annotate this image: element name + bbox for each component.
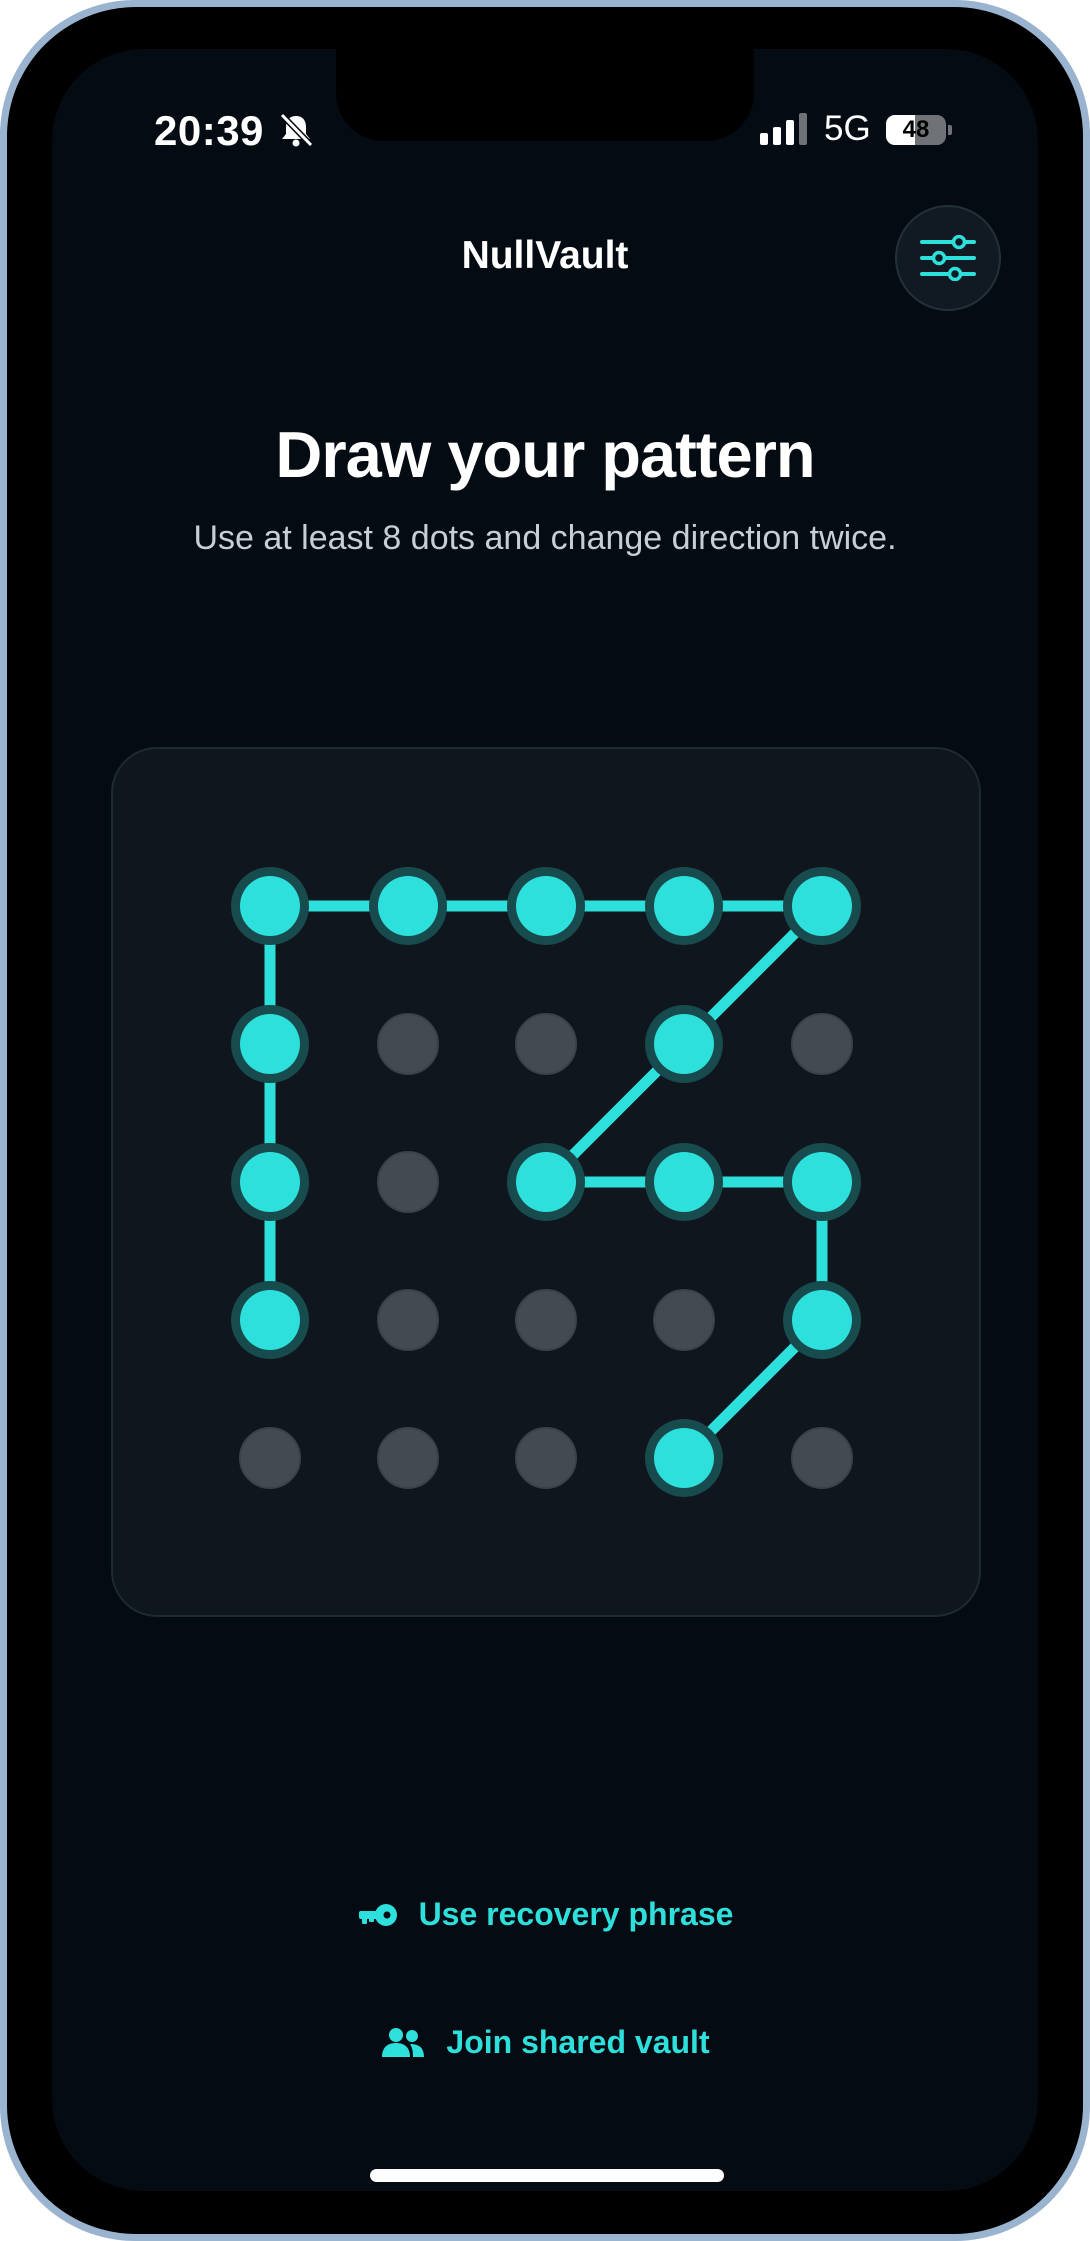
pattern-dot[interactable] — [791, 1013, 853, 1075]
page-heading: Draw your pattern — [275, 418, 815, 491]
pattern-dot-selected[interactable] — [783, 1281, 861, 1359]
pattern-dot[interactable] — [515, 1289, 577, 1351]
pattern-dot[interactable] — [377, 1151, 439, 1213]
pattern-dot[interactable] — [239, 1427, 301, 1489]
join-shared-vault-label: Join shared vault — [446, 2024, 710, 2060]
notch — [336, 49, 754, 141]
pattern-dot[interactable] — [653, 1289, 715, 1351]
join-shared-vault-link[interactable]: Join shared vault — [52, 2024, 1038, 2061]
pattern-dot-selected[interactable] — [783, 867, 861, 945]
pattern-dot-selected[interactable] — [231, 1281, 309, 1359]
status-time: 20:39 — [154, 107, 264, 154]
key-icon — [358, 1903, 397, 1926]
home-indicator — [370, 2169, 724, 2182]
settings-button[interactable] — [895, 205, 1001, 311]
recovery-phrase-label: Use recovery phrase — [418, 1896, 734, 1932]
pattern-dot-selected[interactable] — [783, 1143, 861, 1221]
pattern-dot-selected[interactable] — [231, 1005, 309, 1083]
pattern-dot[interactable] — [515, 1013, 577, 1075]
pattern-dot[interactable] — [377, 1289, 439, 1351]
pattern-dot[interactable] — [791, 1427, 853, 1489]
pattern-grid[interactable] — [113, 749, 979, 1615]
pattern-dot-selected[interactable] — [369, 867, 447, 945]
bell-muted-icon — [279, 112, 314, 148]
people-icon — [382, 2027, 425, 2057]
pattern-pad[interactable] — [111, 747, 981, 1617]
sliders-icon — [920, 235, 976, 281]
app-title: NullVault — [461, 234, 629, 277]
recovery-phrase-link[interactable]: Use recovery phrase — [52, 1896, 1038, 1933]
pattern-dot[interactable] — [515, 1427, 577, 1489]
network-type: 5G — [824, 109, 871, 148]
pattern-dot[interactable] — [377, 1427, 439, 1489]
pattern-dot-selected[interactable] — [645, 1419, 723, 1497]
pattern-dot-selected[interactable] — [507, 1143, 585, 1221]
battery-icon: 48 — [886, 115, 952, 145]
battery-level: 48 — [902, 116, 930, 143]
pattern-dot-selected[interactable] — [507, 867, 585, 945]
page-subheading: Use at least 8 dots and change direction… — [193, 519, 897, 557]
signal-icon — [760, 113, 807, 145]
pattern-dot-selected[interactable] — [645, 867, 723, 945]
pattern-dot[interactable] — [377, 1013, 439, 1075]
pattern-dot-selected[interactable] — [231, 867, 309, 945]
pattern-dot-selected[interactable] — [645, 1143, 723, 1221]
screen: 20:39 5G 48 NullVault Draw your pattern … — [52, 49, 1038, 2191]
pattern-dot-selected[interactable] — [645, 1005, 723, 1083]
pattern-dot-selected[interactable] — [231, 1143, 309, 1221]
